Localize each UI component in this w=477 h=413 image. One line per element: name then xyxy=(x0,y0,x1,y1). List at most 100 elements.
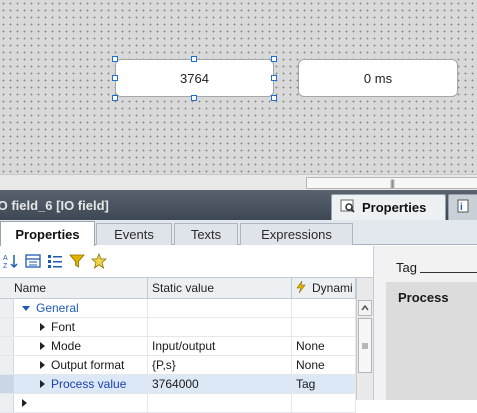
io-field-time[interactable]: 0 ms xyxy=(298,59,458,97)
row-label: Process value xyxy=(51,377,127,391)
tab-expressions[interactable]: Expressions xyxy=(240,223,353,245)
resize-handle-ne[interactable] xyxy=(271,56,277,62)
scroll-grip-icon xyxy=(362,343,368,348)
row-gutter xyxy=(0,337,14,355)
resize-handle-n[interactable] xyxy=(191,56,197,62)
collapse-icon[interactable] xyxy=(22,305,30,311)
cell-static-value xyxy=(148,299,292,317)
cell-static-value[interactable]: Input/output xyxy=(148,337,292,355)
list-icon[interactable] xyxy=(46,252,64,270)
row-label: Font xyxy=(51,320,76,334)
favorite-star-icon[interactable] xyxy=(90,252,108,270)
table-row[interactable]: General xyxy=(0,299,356,318)
table-row[interactable]: Mode Input/output None xyxy=(0,337,356,356)
io-field-selected[interactable]: 3764 xyxy=(115,59,274,97)
table-row[interactable] xyxy=(0,394,356,413)
resize-handle-e[interactable] xyxy=(271,75,277,81)
object-preview-pane: Tag Process xyxy=(373,246,477,400)
process-label: Process xyxy=(398,290,449,305)
tab-label: Events xyxy=(114,227,154,242)
cell-static-value xyxy=(148,394,292,412)
column-label: Dynami xyxy=(312,281,353,295)
expand-icon[interactable] xyxy=(40,323,45,331)
row-gutter xyxy=(0,375,14,393)
cell-dynamic xyxy=(292,318,356,336)
cell-static-value xyxy=(148,318,292,336)
tab-label: Texts xyxy=(190,227,222,242)
lightning-icon xyxy=(296,280,306,296)
expand-icon[interactable] xyxy=(40,361,45,369)
cell-name: General xyxy=(14,299,148,317)
property-subtabs: Properties Events Texts Expressions xyxy=(0,220,477,246)
resize-handle-se[interactable] xyxy=(271,95,277,101)
row-label: Mode xyxy=(51,339,82,353)
row-gutter xyxy=(0,394,14,412)
svg-text:i: i xyxy=(460,202,463,213)
inspector-title: IO field_6 [IO field] xyxy=(0,198,109,213)
column-label: Name xyxy=(14,281,47,295)
properties-icon xyxy=(340,199,356,216)
io-field-value: 0 ms xyxy=(363,70,393,86)
inspector-title-bar: IO field_6 [IO field] Properties i I xyxy=(0,190,477,220)
column-header-dynamic[interactable]: Dynami xyxy=(292,278,356,298)
scroll-grip-icon: ||| xyxy=(389,178,395,188)
tab-events[interactable]: Events xyxy=(96,223,172,245)
cell-name xyxy=(14,394,148,412)
cell-dynamic[interactable]: None xyxy=(292,356,356,374)
scroll-thumb[interactable] xyxy=(358,318,372,373)
tab-label: Expressions xyxy=(261,227,332,242)
column-header-static-value[interactable]: Static value xyxy=(148,278,292,298)
table-row-selected[interactable]: Process value 3764000 Tag xyxy=(0,375,356,394)
info-icon: i xyxy=(457,199,471,216)
tab-properties[interactable]: Properties xyxy=(0,221,95,246)
cell-dynamic xyxy=(292,299,356,317)
sort-az-icon[interactable]: A Z xyxy=(2,252,20,270)
resize-handle-s[interactable] xyxy=(191,95,197,101)
scroll-thumb[interactable]: ||| xyxy=(306,177,477,189)
column-label: Static value xyxy=(152,281,215,295)
io-field-value: 3764 xyxy=(180,70,209,86)
resize-handle-nw[interactable] xyxy=(112,56,118,62)
tab-label: Properties xyxy=(15,226,80,242)
row-gutter xyxy=(0,356,14,374)
filter-icon[interactable] xyxy=(68,252,86,270)
chevron-up-icon xyxy=(361,305,369,311)
grid-vertical-scrollbar[interactable] xyxy=(356,277,373,400)
group-icon[interactable] xyxy=(24,252,42,270)
table-row[interactable]: Output format {P,s} None xyxy=(0,356,356,375)
tag-input-line[interactable] xyxy=(420,272,477,273)
properties-toolbar: A Z xyxy=(0,246,372,276)
cell-static-value[interactable]: 3764000 xyxy=(148,375,292,393)
tag-label: Tag xyxy=(396,260,417,275)
grid-header: Name Static value Dynami xyxy=(0,278,356,299)
cell-dynamic xyxy=(292,394,356,412)
row-gutter xyxy=(0,318,14,336)
cell-name: Mode xyxy=(14,337,148,355)
hmi-canvas[interactable]: 3764 0 ms xyxy=(0,0,477,174)
property-grid: Name Static value Dynami General Font Mo… xyxy=(0,277,356,413)
resize-handle-w[interactable] xyxy=(112,75,118,81)
cell-name: Font xyxy=(14,318,148,336)
table-row[interactable]: Font xyxy=(0,318,356,337)
canvas-horizontal-scrollbar[interactable]: ||| xyxy=(0,174,477,190)
tab-label: Properties xyxy=(362,200,427,215)
expand-icon[interactable] xyxy=(22,399,27,407)
row-gutter xyxy=(0,299,14,317)
cell-dynamic[interactable]: None xyxy=(292,337,356,355)
expand-icon[interactable] xyxy=(40,380,45,388)
tab-inspector-info[interactable]: i I xyxy=(448,194,477,220)
row-label: Output format xyxy=(51,358,125,372)
expand-icon[interactable] xyxy=(40,342,45,350)
column-header-name[interactable]: Name xyxy=(0,278,148,298)
cell-static-value[interactable]: {P,s} xyxy=(148,356,292,374)
tab-texts[interactable]: Texts xyxy=(174,223,238,245)
scroll-up-button[interactable] xyxy=(358,300,372,316)
cell-name: Output format xyxy=(14,356,148,374)
resize-handle-sw[interactable] xyxy=(112,95,118,101)
tab-inspector-properties[interactable]: Properties xyxy=(331,194,446,220)
svg-text:Z: Z xyxy=(3,263,8,269)
row-label: General xyxy=(36,301,79,315)
cell-name: Process value xyxy=(14,375,148,393)
cell-dynamic[interactable]: Tag xyxy=(292,375,356,393)
svg-text:A: A xyxy=(3,255,8,262)
